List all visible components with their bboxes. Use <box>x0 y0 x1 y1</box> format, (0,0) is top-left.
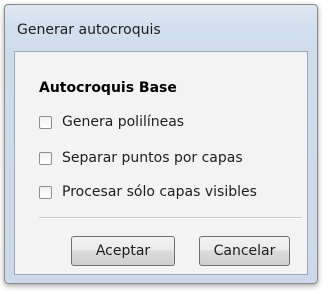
genera-polilineas-label: Genera polilíneas <box>62 114 185 130</box>
accept-button[interactable]: Aceptar <box>71 236 175 266</box>
dialog-window: Generar autocroquis Autocroquis Base Gen… <box>4 4 318 284</box>
genera-polilineas-checkbox[interactable] <box>39 115 52 129</box>
option-procesar-capas-visibles[interactable]: Procesar sólo capas visibles <box>39 183 257 201</box>
option-separar-puntos[interactable]: Separar puntos por capas <box>39 149 243 167</box>
group-heading: Autocroquis Base <box>39 80 177 96</box>
option-genera-polilineas[interactable]: Genera polilíneas <box>39 113 184 131</box>
procesar-capas-visibles-label: Procesar sólo capas visibles <box>62 184 257 200</box>
cancel-button[interactable]: Cancelar <box>199 236 290 266</box>
separar-puntos-label: Separar puntos por capas <box>62 150 243 166</box>
separar-puntos-checkbox[interactable] <box>39 151 52 165</box>
procesar-capas-visibles-checkbox[interactable] <box>39 185 52 199</box>
window-title: Generar autocroquis <box>17 22 161 38</box>
dialog-content: Autocroquis Base Genera polilíneas Separ… <box>14 51 308 275</box>
separator <box>39 217 302 219</box>
